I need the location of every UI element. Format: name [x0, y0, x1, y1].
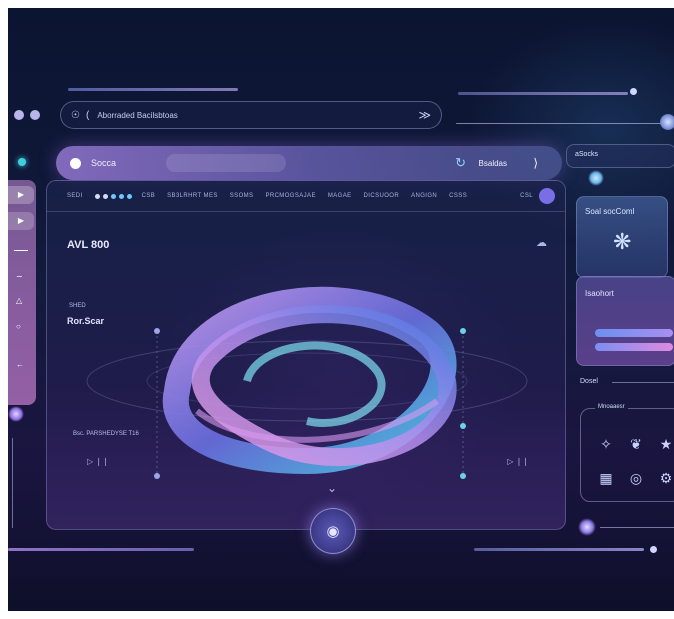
top-decor-line: [458, 92, 628, 95]
bottom-right-connector: [600, 527, 674, 528]
sidebar-circle-icon[interactable]: ○: [16, 322, 21, 331]
left-tick-marks: [12, 438, 15, 528]
detail-bar: [595, 329, 673, 337]
lower-label: Bsc. PARSHEDYSE T16: [73, 431, 139, 437]
molecule-card[interactable]: Soal socComl ❋: [576, 196, 668, 278]
search-side-dot: [18, 158, 26, 166]
bottom-decor-line: [8, 548, 194, 551]
sidebar-tab[interactable]: ▶: [8, 212, 34, 230]
bottom-decor-line: [474, 548, 644, 551]
url-text[interactable]: Aborraded Bacilsbtoas: [97, 111, 178, 120]
window-dot[interactable]: [14, 110, 24, 120]
detail-card[interactable]: Isaohort: [576, 276, 674, 366]
grid-icon[interactable]: ▦: [597, 469, 615, 487]
back-icon[interactable]: (: [86, 110, 89, 121]
sparkle: [578, 518, 596, 536]
group-label: Mnoaaesr: [595, 404, 628, 410]
gear-icon[interactable]: ⚙: [657, 469, 674, 487]
card-subtitle: Isaohort: [585, 289, 614, 298]
detail-bar: [595, 343, 673, 351]
search-toggle[interactable]: [70, 157, 81, 169]
icon-grid-panel: Mnoaaesr ✧ ❦ ★ ▦ ◎ ⚙: [580, 404, 674, 502]
connector-node: [660, 114, 674, 130]
molecule-icon: ❋: [613, 229, 632, 254]
status-dot: [650, 546, 657, 553]
sidebar-wave-icon[interactable]: ∼: [16, 272, 23, 281]
vr-headset-button[interactable]: ◉: [310, 508, 356, 554]
sidebar-line-icon[interactable]: [14, 250, 28, 251]
forward-icon[interactable]: ≫: [418, 108, 431, 122]
chevron-down-icon[interactable]: ⌄: [327, 481, 337, 495]
top-decor-line: [68, 88, 238, 91]
shield-icon[interactable]: ◎: [627, 469, 645, 487]
leaf-icon[interactable]: ❦: [627, 435, 645, 453]
search-refresh-icon[interactable]: ↻: [455, 155, 466, 171]
card-title: Soal socComl: [585, 207, 635, 216]
section-label: Dosel: [580, 378, 598, 385]
app-canvas: ☉ ( Aborraded Bacilsbtoas ≫ Socca ↻ Bsal…: [8, 8, 674, 611]
main-viewer-panel: SEDI CSB SB3LRHRT MES SSOMS PRCMOGSAJAE …: [46, 180, 566, 530]
torus-artwork: [86, 286, 528, 479]
window-dot[interactable]: [30, 110, 40, 120]
sparkle: [588, 170, 604, 186]
right-header-card[interactable]: aSocks: [566, 144, 674, 168]
left-play-control[interactable]: ▷ ❘❘: [87, 457, 109, 466]
right-header-label: aSocks: [575, 151, 598, 158]
vr-headset-icon: ◉: [326, 523, 340, 540]
right-play-control[interactable]: ▷ ❘❘: [507, 457, 529, 466]
left-sidebar: ▶ ▶ ∼ △ ○ ←: [8, 180, 36, 405]
sparkle: [8, 406, 24, 422]
sidebar-triangle-icon[interactable]: △: [16, 296, 22, 305]
browser-settings-icon[interactable]: ☉: [71, 110, 80, 121]
section-divider: [612, 382, 674, 383]
search-input[interactable]: Socca: [91, 158, 116, 168]
sidebar-tab[interactable]: ▶: [8, 186, 34, 204]
arrow-icon[interactable]: ⟩: [533, 156, 538, 170]
status-dot: [630, 88, 637, 95]
search-button[interactable]: Bsaldas: [479, 159, 507, 168]
sidebar-arrow-icon[interactable]: ←: [16, 360, 24, 369]
bookmark-icon[interactable]: ★: [657, 435, 674, 453]
search-bar-inner: [166, 154, 286, 172]
circuit-icon[interactable]: ✧: [597, 435, 615, 453]
url-bar[interactable]: ☉ ( Aborraded Bacilsbtoas ≫: [60, 101, 442, 129]
right-connector-line: [456, 123, 666, 124]
search-bar[interactable]: Socca ↻ Bsaldas ⟩: [56, 146, 562, 180]
